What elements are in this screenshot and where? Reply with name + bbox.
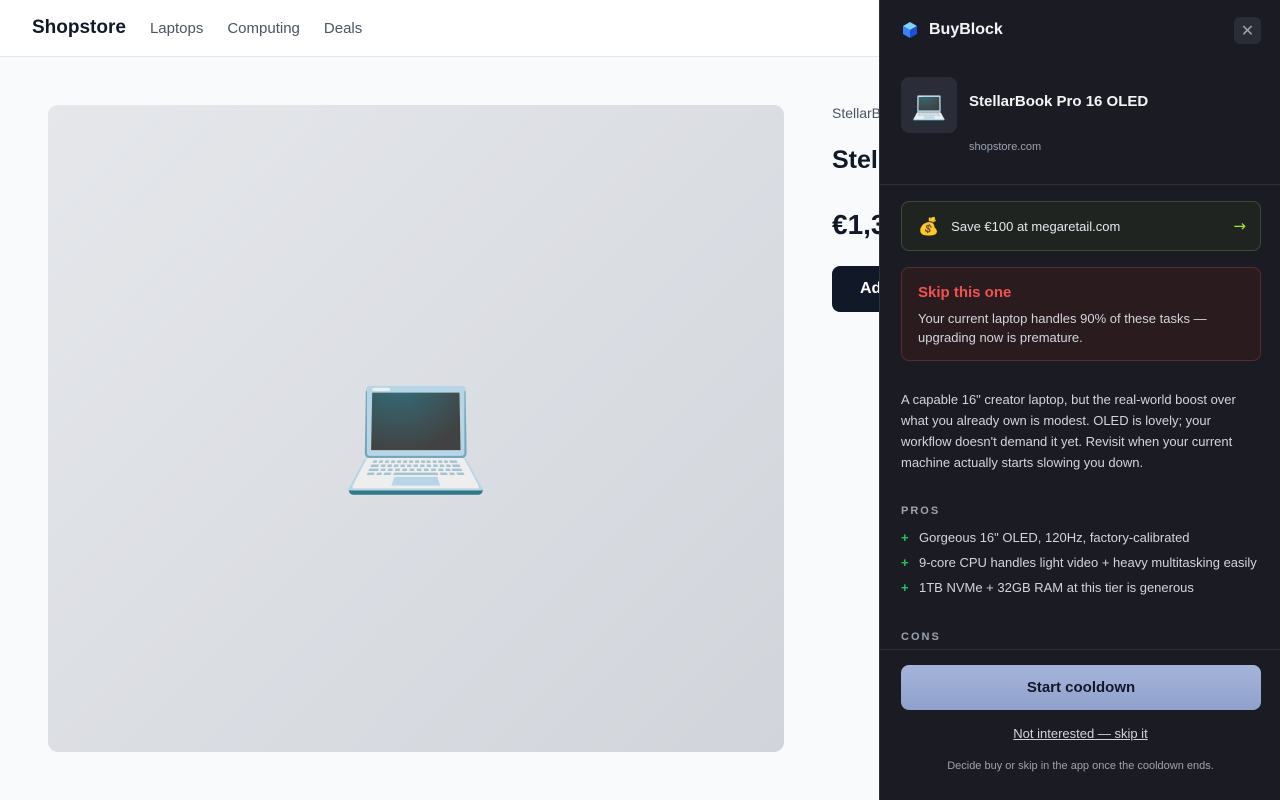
panel-product-site: shopstore.com xyxy=(969,141,1042,153)
list-item: + Gorgeous 16" OLED, 120Hz, factory-cali… xyxy=(901,528,1261,547)
laptop-icon: 💻 xyxy=(901,77,957,133)
pros-list: + Gorgeous 16" OLED, 120Hz, factory-cali… xyxy=(901,528,1261,603)
plus-icon: + xyxy=(901,530,909,545)
save-offer-card[interactable]: 💰 Save €100 at megaretail.com → xyxy=(901,201,1261,251)
plus-icon: + xyxy=(901,580,909,595)
panel-header: BuyBlock xyxy=(880,0,1280,60)
nav-link-computing[interactable]: Computing xyxy=(227,20,300,37)
save-offer-text: Save €100 at megaretail.com xyxy=(951,218,1121,234)
list-item: + 1TB NVMe + 32GB RAM at this tier is ge… xyxy=(901,578,1261,597)
panel-product-name: StellarBook Pro 16 OLED xyxy=(969,93,1149,110)
pro-text: 9-core CPU handles light video + heavy m… xyxy=(919,555,1257,570)
panel-footer: Start cooldown Not interested — skip it … xyxy=(880,649,1280,800)
divider xyxy=(880,184,1280,185)
cons-heading: CONS xyxy=(901,631,941,643)
shop-brand[interactable]: Shopstore xyxy=(32,17,126,39)
plus-icon: + xyxy=(901,555,909,570)
pro-text: 1TB NVMe + 32GB RAM at this tier is gene… xyxy=(919,580,1194,595)
panel-brand: BuyBlock xyxy=(929,21,1003,38)
close-icon[interactable]: ✕ xyxy=(1234,17,1261,44)
skip-it-link[interactable]: Not interested — skip it xyxy=(880,726,1280,741)
verdict-text: Your current laptop handles 90% of these… xyxy=(918,311,1207,345)
buyblock-panel: BuyBlock ✕ 💻 StellarBook Pro 16 OLED sho… xyxy=(879,0,1280,800)
start-cooldown-button[interactable]: Start cooldown xyxy=(901,665,1261,710)
money-bag-icon: 💰 xyxy=(918,216,940,236)
pros-heading: PROS xyxy=(901,505,941,517)
nav-link-deals[interactable]: Deals xyxy=(324,20,362,37)
footer-note: Decide buy or skip in the app once the c… xyxy=(947,760,1214,772)
product-breadcrumb[interactable]: StellarB xyxy=(832,105,881,121)
summary-text: A capable 16" creator laptop, but the re… xyxy=(901,392,1236,470)
list-item: + 9-core CPU handles light video + heavy… xyxy=(901,553,1261,572)
laptop-icon: 💻 xyxy=(341,361,491,496)
pro-text: Gorgeous 16" OLED, 120Hz, factory-calibr… xyxy=(919,530,1190,545)
nav-link-laptops[interactable]: Laptops xyxy=(150,20,203,37)
arrow-right-icon: → xyxy=(1233,217,1246,235)
verdict-title: Skip this one xyxy=(918,284,1012,301)
cube-icon xyxy=(903,22,917,38)
verdict-card: Skip this one Your current laptop handle… xyxy=(901,267,1261,361)
product-hero-image: 💻 xyxy=(48,105,784,752)
